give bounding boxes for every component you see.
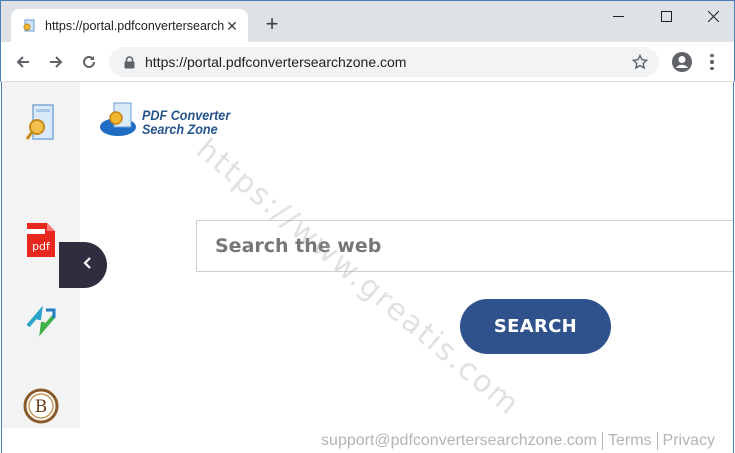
lock-icon[interactable] bbox=[121, 54, 137, 70]
maximize-icon[interactable] bbox=[643, 5, 689, 27]
minimize-icon[interactable] bbox=[595, 5, 641, 27]
pdf-icon: pdf bbox=[25, 221, 57, 264]
bitcoin-icon: B bbox=[23, 388, 59, 429]
window-close-icon[interactable] bbox=[690, 5, 735, 27]
browser-toolbar: https://portal.pdfconvertersearchzone.co… bbox=[0, 42, 735, 82]
search-button[interactable]: SEARCH bbox=[460, 299, 611, 354]
sidebar-item-bitcoin[interactable]: B bbox=[22, 386, 60, 430]
address-bar[interactable]: https://portal.pdfconvertersearchzone.co… bbox=[109, 47, 659, 77]
svg-text:pdf: pdf bbox=[32, 240, 51, 253]
sidebar-item-search-doc[interactable] bbox=[22, 103, 60, 150]
sidebar-collapse-button[interactable] bbox=[59, 242, 107, 288]
terms-link[interactable]: Terms bbox=[608, 432, 652, 450]
privacy-link[interactable]: Privacy bbox=[663, 432, 715, 450]
footer-divider bbox=[601, 432, 603, 450]
footer: support@pdfconvertersearchzone.com Terms… bbox=[321, 432, 715, 450]
back-arrow-icon[interactable] bbox=[11, 50, 35, 74]
sidebar-item-pdf[interactable]: pdf bbox=[22, 220, 60, 264]
new-tab-button[interactable]: + bbox=[263, 13, 281, 35]
logo-text: PDF Converter Search Zone bbox=[142, 108, 230, 136]
logo-emblem-icon bbox=[98, 99, 138, 144]
tab-title: https://portal.pdfconvertersearch bbox=[45, 19, 225, 33]
browser-titlebar: https://portal.pdfconvertersearch ✕ + bbox=[0, 0, 735, 43]
tab-close-icon[interactable]: ✕ bbox=[224, 18, 240, 34]
svg-text:B: B bbox=[35, 397, 48, 417]
magnifier-document-icon bbox=[21, 18, 37, 34]
profile-avatar-icon[interactable] bbox=[671, 51, 693, 73]
support-email-link[interactable]: support@pdfconvertersearchzone.com bbox=[321, 432, 597, 450]
logo-line-1: PDF Converter bbox=[142, 106, 231, 123]
chevron-left-icon bbox=[83, 256, 93, 274]
magnifier-document-icon bbox=[24, 103, 58, 150]
sidebar-item-convert[interactable] bbox=[22, 301, 60, 345]
reload-icon[interactable] bbox=[77, 50, 101, 74]
forward-arrow-icon[interactable] bbox=[44, 50, 68, 74]
bookmark-star-icon[interactable] bbox=[631, 53, 649, 71]
page-content: pdf B PDF Converter Search Zone SEA bbox=[1, 82, 734, 453]
kebab-menu-icon[interactable] bbox=[704, 51, 720, 73]
url-text[interactable]: https://portal.pdfconvertersearchzone.co… bbox=[145, 54, 406, 70]
watermark-text: https://www.greatis.com bbox=[189, 132, 527, 423]
browser-tab[interactable]: https://portal.pdfconvertersearch ✕ bbox=[11, 9, 248, 43]
convert-arrows-icon bbox=[24, 304, 58, 343]
logo-line-2: Search Zone bbox=[142, 120, 218, 137]
footer-divider bbox=[656, 432, 658, 450]
